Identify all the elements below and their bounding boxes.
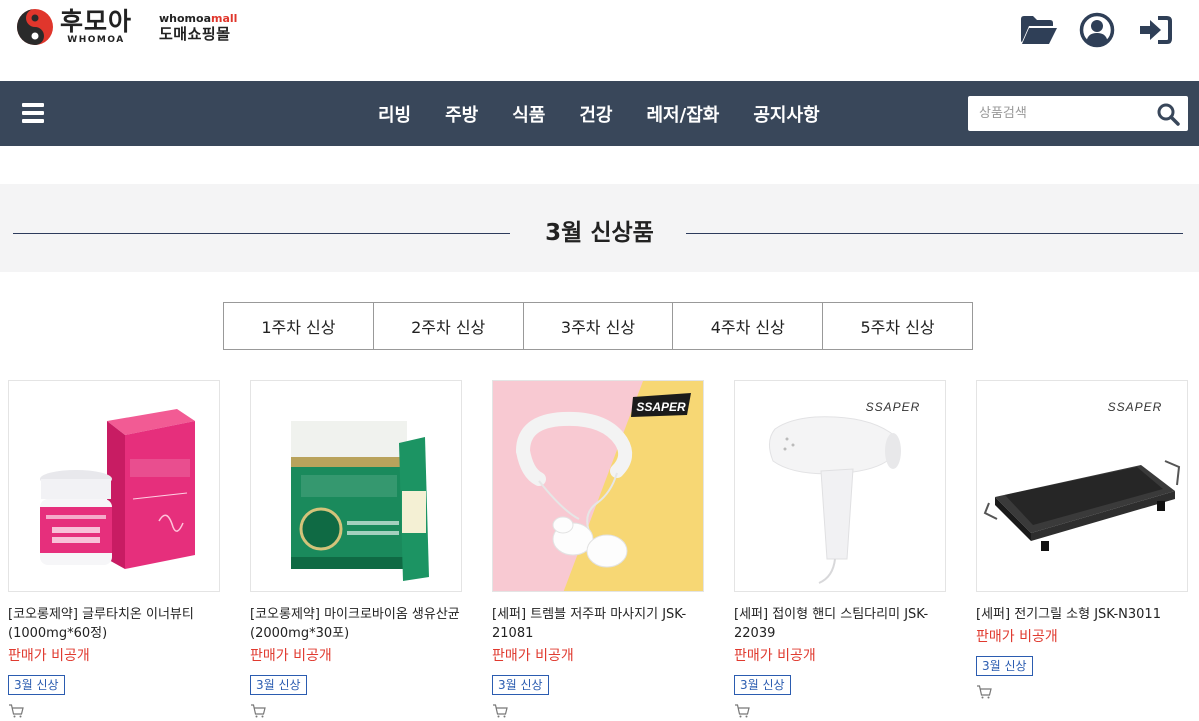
product-image-steam-iron[interactable]: SSAPER bbox=[734, 380, 946, 592]
section-title: 3월 신상품 bbox=[545, 220, 654, 246]
product-badge: 3월 신상 bbox=[492, 675, 549, 695]
week-tabs: 1주차 신상 2주차 신상 3주차 신상 4주차 신상 5주차 신상 bbox=[223, 302, 973, 350]
product-badge: 3월 신상 bbox=[250, 675, 307, 695]
cart-icon[interactable] bbox=[734, 704, 750, 718]
logo-english-text: WHOMOA bbox=[67, 35, 125, 45]
search-icon[interactable] bbox=[1156, 102, 1180, 126]
logo-korean-text: 후모아 bbox=[60, 7, 133, 36]
product-image-probiotics[interactable] bbox=[250, 380, 462, 592]
product-badge: 3월 신상 bbox=[976, 656, 1033, 676]
tab-week-4[interactable]: 4주차 신상 bbox=[673, 303, 824, 349]
cart-icon[interactable] bbox=[492, 704, 508, 718]
product-card: SSAPER [세퍼] 접이형 핸디 스팀다리미 JSK-22039 판매가 비… bbox=[734, 380, 946, 721]
product-price: 판매가 비공개 bbox=[8, 648, 90, 664]
brand-label: SSAPER bbox=[866, 400, 921, 414]
product-image-electric-grill[interactable]: SSAPER bbox=[976, 380, 1188, 592]
cart-icon[interactable] bbox=[976, 685, 992, 699]
cart-icon[interactable] bbox=[250, 704, 266, 718]
tab-week-1[interactable]: 1주차 신상 bbox=[224, 303, 374, 349]
product-price: 판매가 비공개 bbox=[976, 629, 1058, 645]
search-box bbox=[968, 96, 1188, 131]
product-badge: 3월 신상 bbox=[734, 675, 791, 695]
logo-mark-icon bbox=[17, 9, 53, 45]
top-header: 후모아 WHOMOA whomoamall 도매쇼핑몰 bbox=[0, 0, 1199, 81]
product-image-glutathione[interactable] bbox=[8, 380, 220, 592]
sign-in-icon[interactable] bbox=[1135, 10, 1175, 50]
nav-item-living[interactable]: 리빙 bbox=[378, 101, 411, 127]
mall-label: whomoamall 도매쇼핑몰 bbox=[159, 12, 237, 43]
site-logo[interactable]: 후모아 WHOMOA bbox=[16, 8, 132, 46]
product-card: [코오롱제약] 마이크로바이옴 생유산균 (2000mg*30포) 판매가 비공… bbox=[250, 380, 462, 721]
product-price: 판매가 비공개 bbox=[492, 648, 574, 664]
product-image-neck-massager[interactable]: SSAPER bbox=[492, 380, 704, 592]
product-badge: 3월 신상 bbox=[8, 675, 65, 695]
mall-en-prefix: whomoa bbox=[159, 12, 211, 25]
product-name[interactable]: [세퍼] 접이형 핸디 스팀다리미 JSK-22039 bbox=[734, 605, 946, 643]
user-icon[interactable] bbox=[1077, 10, 1117, 50]
product-price: 판매가 비공개 bbox=[734, 648, 816, 664]
mall-korean-text: 도매쇼핑몰 bbox=[159, 25, 231, 43]
brand-label: SSAPER bbox=[1108, 400, 1163, 414]
nav-item-leisure[interactable]: 레저/잡화 bbox=[647, 101, 720, 127]
folder-open-icon[interactable] bbox=[1019, 10, 1059, 50]
brand-label: SSAPER bbox=[636, 400, 686, 414]
nav-item-notice[interactable]: 공지사항 bbox=[753, 101, 819, 127]
product-card: SSAPER [세퍼] 전기그릴 소형 JSK-N3011 판매가 비공개 3월… bbox=[976, 380, 1188, 703]
category-menu: 리빙 주방 식품 건강 레저/잡화 공지사항 bbox=[378, 81, 854, 146]
tab-week-3[interactable]: 3주차 신상 bbox=[524, 303, 674, 349]
tab-week-5[interactable]: 5주차 신상 bbox=[823, 303, 972, 349]
product-card: [코오롱제약] 글루타치온 이너뷰티 (1000mg*60정) 판매가 비공개 … bbox=[8, 380, 220, 721]
product-card: SSAPER [세퍼] 트렘블 저주파 마사지기 JSK-21081 판매가 비… bbox=[492, 380, 704, 721]
product-name[interactable]: [세퍼] 전기그릴 소형 JSK-N3011 bbox=[976, 605, 1188, 624]
header-actions bbox=[1019, 10, 1175, 50]
product-price: 판매가 비공개 bbox=[250, 648, 332, 664]
nav-item-health[interactable]: 건강 bbox=[579, 101, 612, 127]
cart-icon[interactable] bbox=[8, 704, 24, 718]
tab-week-2[interactable]: 2주차 신상 bbox=[374, 303, 524, 349]
search-input[interactable] bbox=[968, 96, 1153, 131]
product-name[interactable]: [세퍼] 트렘블 저주파 마사지기 JSK-21081 bbox=[492, 605, 704, 643]
nav-item-food[interactable]: 식품 bbox=[512, 101, 545, 127]
product-name[interactable]: [코오롱제약] 글루타치온 이너뷰티 (1000mg*60정) bbox=[8, 605, 220, 643]
hamburger-menu-icon[interactable] bbox=[22, 103, 44, 123]
product-name[interactable]: [코오롱제약] 마이크로바이옴 생유산균 (2000mg*30포) bbox=[250, 605, 462, 643]
mall-en-suffix: mall bbox=[211, 12, 238, 25]
nav-item-kitchen[interactable]: 주방 bbox=[445, 101, 478, 127]
